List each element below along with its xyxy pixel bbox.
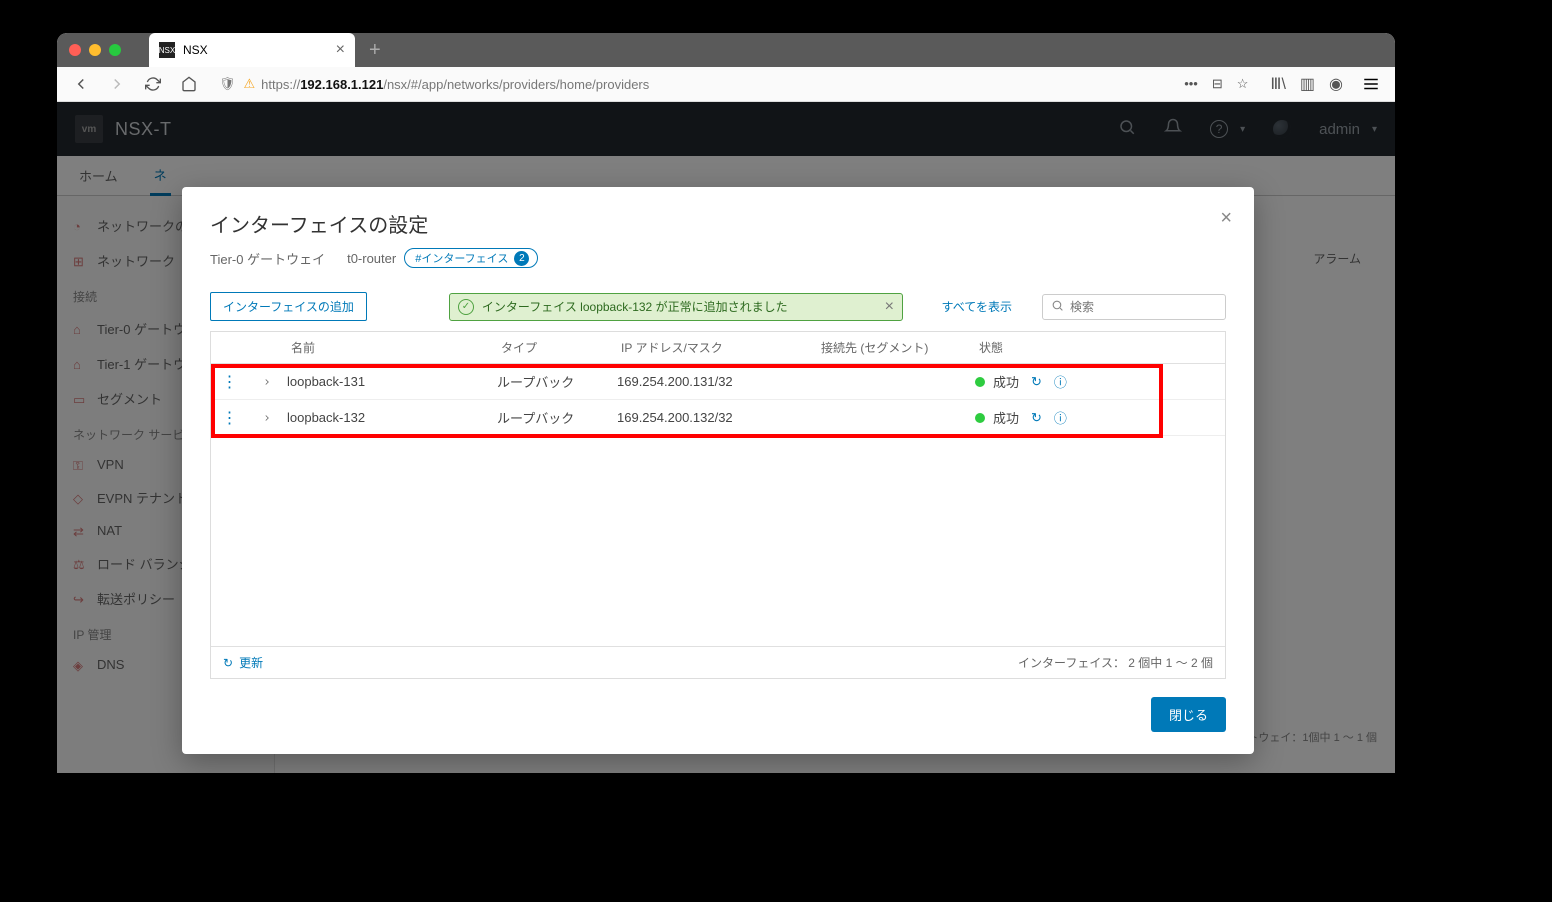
menu-button[interactable] [1357,70,1385,98]
alert-close-icon[interactable]: × [885,298,894,316]
row-menu-icon[interactable]: ⋮ [211,408,247,428]
search-box[interactable] [1042,294,1226,320]
tab-title: NSX [183,43,208,57]
app-root: vm NSX-T ? ▾ admin ▾ ホーム ネ ◔ネットワークの ⊞ネット… [57,102,1395,773]
col-status: 状態 [975,339,1213,356]
table-row: ⋮ loopback-132 ループバック 169.254.200.132/32… [211,400,1225,436]
tab-close-icon[interactable]: × [336,41,345,59]
status-dot-icon [975,377,985,387]
tab-bar: NSX NSX × + [149,33,381,67]
modal-toolbar: インターフェイスの追加 ✓ インターフェイス loopback-132 が正常に… [182,278,1254,331]
tab-favicon: NSX [159,42,175,58]
row-count-label: インターフェイス： 2 個中 1 ～ 2 個 [1018,654,1213,671]
interface-table: 名前 タイプ IP アドレス/マスク 接続先 (セグメント) 状態 ⋮ loop… [210,331,1226,679]
protection-icon[interactable]: ⊟ [1212,76,1223,92]
browser-tab[interactable]: NSX NSX × [149,33,355,67]
status-dot-icon [975,413,985,423]
col-conn: 接続先 (セグメント) [817,339,975,356]
interface-count-chip[interactable]: #インターフェイス 2 [404,248,538,268]
row-ip: 169.254.200.131/32 [617,374,817,389]
row-type: ループバック [497,408,617,427]
modal-sub-label: Tier-0 ゲートウェイ [210,249,325,268]
info-icon[interactable]: ⓘ [1054,408,1067,427]
window-max-dot[interactable] [109,44,121,56]
url-dots-icon[interactable]: ••• [1184,76,1198,92]
account-icon[interactable]: ◉ [1329,74,1343,94]
url-bar: 🛡 ⚠ https://192.168.1.121/nsx/#/app/netw… [57,67,1395,102]
window-controls: NSX NSX × + [57,33,1395,67]
window-close-dot[interactable] [69,44,81,56]
home-button[interactable] [175,70,203,98]
row-menu-icon[interactable]: ⋮ [211,372,247,392]
row-type: ループバック [497,372,617,391]
sidebar-toggle-icon[interactable]: ▥ [1300,74,1315,94]
row-expand-icon[interactable] [247,413,287,423]
row-ip: 169.254.200.132/32 [617,410,817,425]
lock-warning-icon: ⚠ [244,76,256,92]
row-name: loopback-131 [287,374,497,389]
alert-text: インターフェイス loopback-132 が正常に追加されました [482,298,788,315]
url-text: https://192.168.1.121/nsx/#/app/networks… [261,77,649,92]
shield-icon: 🛡 [219,76,236,92]
info-icon[interactable]: ⓘ [1054,372,1067,391]
col-ip: IP アドレス/マスク [617,339,817,356]
check-icon: ✓ [458,299,474,315]
row-expand-icon[interactable] [247,377,287,387]
url-input[interactable]: 🛡 ⚠ https://192.168.1.121/nsx/#/app/netw… [211,70,1262,98]
refresh-button[interactable]: ↻ 更新 [223,654,263,671]
col-name: 名前 [287,339,497,356]
forward-button[interactable] [103,70,131,98]
modal-actions: 閉じる [182,679,1254,754]
refresh-icon[interactable]: ↻ [1031,410,1042,426]
row-name: loopback-132 [287,410,497,425]
library-icon[interactable]: Ⅲ\ [1270,74,1285,94]
refresh-icon: ↻ [223,656,233,670]
row-status: 成功 [993,372,1019,391]
table-row: ⋮ loopback-131 ループバック 169.254.200.131/32… [211,364,1225,400]
chip-count: 2 [514,251,529,266]
table-footer: ↻ 更新 インターフェイス： 2 個中 1 ～ 2 個 [211,646,1225,678]
show-all-link[interactable]: すべてを表示 [942,298,1012,315]
reload-button[interactable] [139,70,167,98]
search-icon [1051,299,1064,315]
modal-title: インターフェイスの設定 [210,209,1226,238]
search-input[interactable] [1070,300,1217,314]
col-type: タイプ [497,339,617,356]
row-status: 成功 [993,408,1019,427]
modal-close-button[interactable]: × [1220,207,1232,230]
modal-header: インターフェイスの設定 Tier-0 ゲートウェイ t0-router #インタ… [182,187,1254,278]
bookmark-icon[interactable]: ☆ [1237,76,1249,92]
new-tab-button[interactable]: + [369,39,381,62]
close-button[interactable]: 閉じる [1151,697,1226,732]
table-header: 名前 タイプ IP アドレス/マスク 接続先 (セグメント) 状態 [211,332,1225,364]
back-button[interactable] [67,70,95,98]
success-alert: ✓ インターフェイス loopback-132 が正常に追加されました × [449,293,903,321]
add-interface-button[interactable]: インターフェイスの追加 [210,292,367,321]
modal-sub-router: t0-router [347,251,396,266]
browser-window: NSX NSX × + 🛡 ⚠ https://192.168.1.121/ns… [57,33,1395,773]
interface-modal: × インターフェイスの設定 Tier-0 ゲートウェイ t0-router #イ… [182,187,1254,754]
window-min-dot[interactable] [89,44,101,56]
refresh-icon[interactable]: ↻ [1031,374,1042,390]
